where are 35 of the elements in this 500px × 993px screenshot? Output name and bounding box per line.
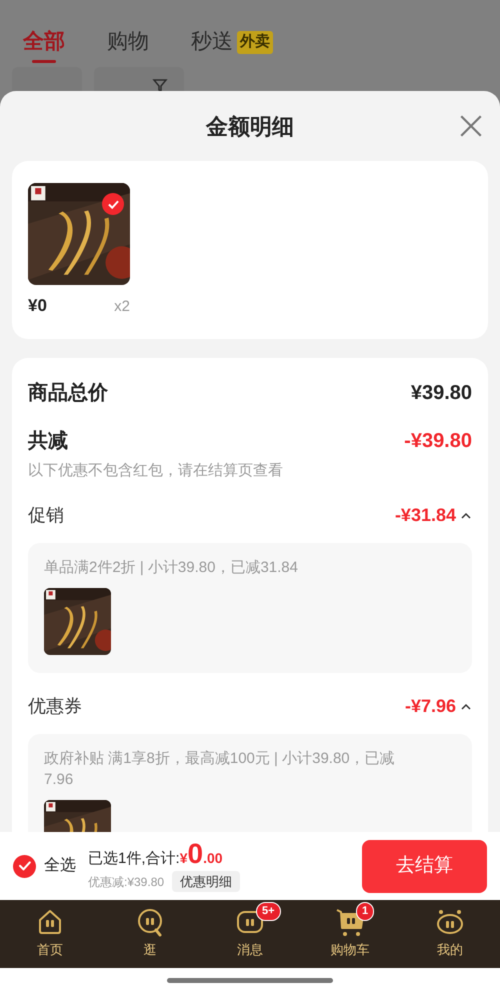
item-price: ¥0 xyxy=(28,295,47,317)
delivery-badge: 外卖 xyxy=(237,31,273,54)
checkout-button[interactable]: 去结算 xyxy=(362,840,487,892)
nav-tab[interactable]: 逛 xyxy=(100,900,200,968)
count-badge: 5+ xyxy=(256,902,281,921)
checkbox[interactable] xyxy=(13,854,36,878)
section-toggle[interactable]: -¥31.84 xyxy=(394,502,472,529)
saved-amount: 优惠减:¥39.80 xyxy=(88,874,164,890)
section-label: 促销 xyxy=(28,504,64,527)
total-value: ¥39.80 xyxy=(410,380,472,406)
discount-note: 以下优惠不包含红包，请在结算页查看 xyxy=(28,460,284,480)
close-icon xyxy=(458,113,484,139)
check-icon xyxy=(106,198,120,210)
nav-tab[interactable]: 1 购物车 xyxy=(300,900,400,968)
nav-tab[interactable]: 5+ 消息 xyxy=(200,900,300,968)
discount-detail: 政府补贴 满1享8折，最高减100元 | 小计39.80，已减7.96 xyxy=(44,749,396,790)
nav-tab[interactable]: 我的 xyxy=(400,900,500,968)
discount-detail-button[interactable]: 优惠明细 xyxy=(172,870,240,892)
discount-value: -¥39.80 xyxy=(404,428,472,454)
total-label: 商品总价 xyxy=(28,380,108,406)
discount-label: 共减 xyxy=(28,428,68,454)
nav-tab[interactable]: 首页 xyxy=(0,900,100,968)
count-badge: 1 xyxy=(356,902,374,921)
item-quantity: x2 xyxy=(114,297,130,317)
category-tab[interactable]: 秒送 xyxy=(191,28,233,63)
selected-summary: 已选1件,合计: xyxy=(88,848,180,869)
section-label: 优惠券 xyxy=(28,695,82,718)
filter-icon xyxy=(152,77,168,91)
select-all-label[interactable]: 全选 xyxy=(44,854,76,878)
check-icon xyxy=(18,859,32,873)
discount-detail: 单品满2件2折 | 小计39.80，已减31.84 xyxy=(44,558,299,578)
category-tab[interactable]: 购物 xyxy=(107,28,149,63)
total-amount: ¥0.00 xyxy=(180,840,223,871)
sheet-title: 金额明细 xyxy=(206,112,294,140)
section-toggle[interactable]: -¥7.96 xyxy=(404,693,472,720)
